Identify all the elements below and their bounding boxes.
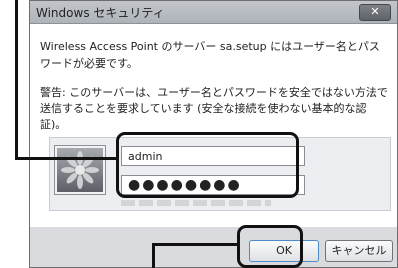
ok-callout-leader-vertical xyxy=(152,243,155,268)
flower-user-tile-icon xyxy=(55,146,105,194)
window-title: Windows セキュリティ xyxy=(36,6,165,20)
title-bar: Windows セキュリティ ✕ xyxy=(30,1,397,24)
callout-leader-horizontal xyxy=(15,157,118,160)
security-warning: 警告: このサーバーは、ユーザー名とパスワードを安全ではない方法で送信することを… xyxy=(40,86,388,131)
ok-callout-leader-horizontal xyxy=(152,243,239,246)
auth-message: Wireless Access Point のサーバー sa.setup にはユ… xyxy=(40,40,380,70)
remember-option-faded xyxy=(121,200,271,206)
credentials-callout-box xyxy=(116,132,299,198)
button-bar: OK キャンセル xyxy=(30,227,397,267)
ok-callout-box xyxy=(237,225,303,268)
cancel-button[interactable]: キャンセル xyxy=(325,240,393,262)
close-icon[interactable]: ✕ xyxy=(359,4,391,21)
callout-leader-vertical xyxy=(15,0,18,160)
